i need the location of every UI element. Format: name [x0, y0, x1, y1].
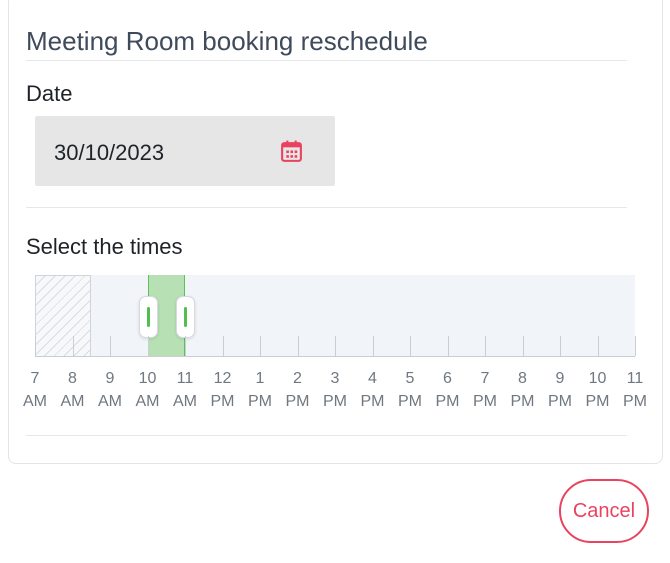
hour-tick — [485, 336, 486, 356]
hour-tick — [560, 336, 561, 356]
hour-period: PM — [210, 393, 235, 410]
hour-period: AM — [173, 393, 197, 410]
hour-period: PM — [398, 393, 422, 410]
hour-label: 11 AM — [165, 367, 205, 413]
hour-period: PM — [360, 393, 385, 410]
dialog-title: Meeting Room booking reschedule — [26, 26, 428, 56]
hour-tick — [335, 336, 336, 356]
timeline-axis — [35, 356, 635, 357]
hour-label: 1 PM — [240, 367, 280, 413]
hour-period: PM — [510, 393, 535, 410]
hour-number: 12 — [213, 370, 232, 387]
hour-number: 5 — [405, 370, 415, 387]
hour-number: 6 — [443, 370, 452, 387]
hour-number: 3 — [330, 370, 340, 387]
hour-label: 8 AM — [53, 367, 93, 413]
hour-label: 11 PM — [615, 367, 655, 413]
hour-tick — [297, 336, 299, 356]
hour-number: 10 — [138, 370, 157, 387]
hour-number: 10 — [588, 370, 607, 387]
hour-label: 9 PM — [540, 367, 580, 413]
hour-label: 5 PM — [390, 367, 430, 413]
hour-tick — [35, 336, 36, 356]
date-label: Date — [26, 81, 73, 106]
hour-number: 7 — [480, 370, 490, 387]
hour-label: 7 AM — [15, 367, 55, 413]
hour-period: PM — [248, 393, 272, 410]
hour-number: 1 — [255, 370, 265, 387]
hour-tick — [72, 336, 74, 356]
hour-label: 4 PM — [353, 367, 393, 413]
hour-period: PM — [285, 393, 310, 410]
hour-number: 9 — [105, 370, 115, 387]
hour-number: 9 — [555, 370, 565, 387]
hour-tick — [522, 336, 524, 356]
title-divider — [26, 60, 627, 61]
hour-tick — [222, 336, 224, 356]
hour-number: 2 — [293, 370, 302, 387]
hour-label: 10 PM — [578, 367, 618, 413]
hour-period: PM — [548, 393, 572, 410]
hour-label: 12 PM — [203, 367, 243, 413]
hour-number: 8 — [518, 370, 527, 387]
hour-number: 11 — [176, 370, 194, 387]
hour-number: 8 — [68, 370, 77, 387]
hour-period: AM — [98, 393, 122, 410]
start-time-handle[interactable] — [138, 296, 158, 338]
hour-label: 3 PM — [315, 367, 355, 413]
date-input[interactable]: 30/10/2023 — [35, 116, 335, 186]
hour-period: AM — [135, 393, 160, 410]
hour-tick — [260, 336, 261, 356]
hour-tick — [597, 336, 599, 356]
hour-label: 2 PM — [278, 367, 318, 413]
date-divider — [26, 207, 627, 208]
hour-label: 8 PM — [503, 367, 543, 413]
hour-period: AM — [60, 393, 85, 410]
hour-tick — [635, 336, 636, 356]
date-value: 30/10/2023 — [54, 140, 165, 165]
hour-period: AM — [23, 393, 47, 410]
hour-period: PM — [585, 393, 610, 410]
hour-number: 7 — [30, 370, 40, 387]
hour-period: PM — [623, 393, 647, 410]
hour-label: 9 AM — [90, 367, 130, 413]
hour-period: PM — [435, 393, 460, 410]
hour-tick — [410, 336, 411, 356]
hour-tick — [147, 336, 149, 356]
calendar-icon[interactable] — [279, 139, 304, 164]
bottom-divider — [26, 435, 627, 436]
hour-period: PM — [323, 393, 347, 410]
cancel-button[interactable]: Cancel — [559, 479, 649, 543]
hour-number: 4 — [368, 370, 377, 387]
end-time-handle[interactable] — [176, 296, 195, 338]
hour-tick — [372, 336, 374, 356]
unavailable-block — [35, 275, 92, 357]
hour-period: PM — [473, 393, 497, 410]
hour-tick — [110, 336, 111, 356]
hour-tick — [447, 336, 449, 356]
hour-tick — [185, 336, 186, 356]
hour-label: 10 AM — [128, 367, 168, 413]
hour-label: 6 PM — [428, 367, 468, 413]
times-label: Select the times — [26, 234, 183, 259]
hour-label: 7 PM — [465, 367, 505, 413]
hour-number: 11 — [626, 370, 644, 387]
